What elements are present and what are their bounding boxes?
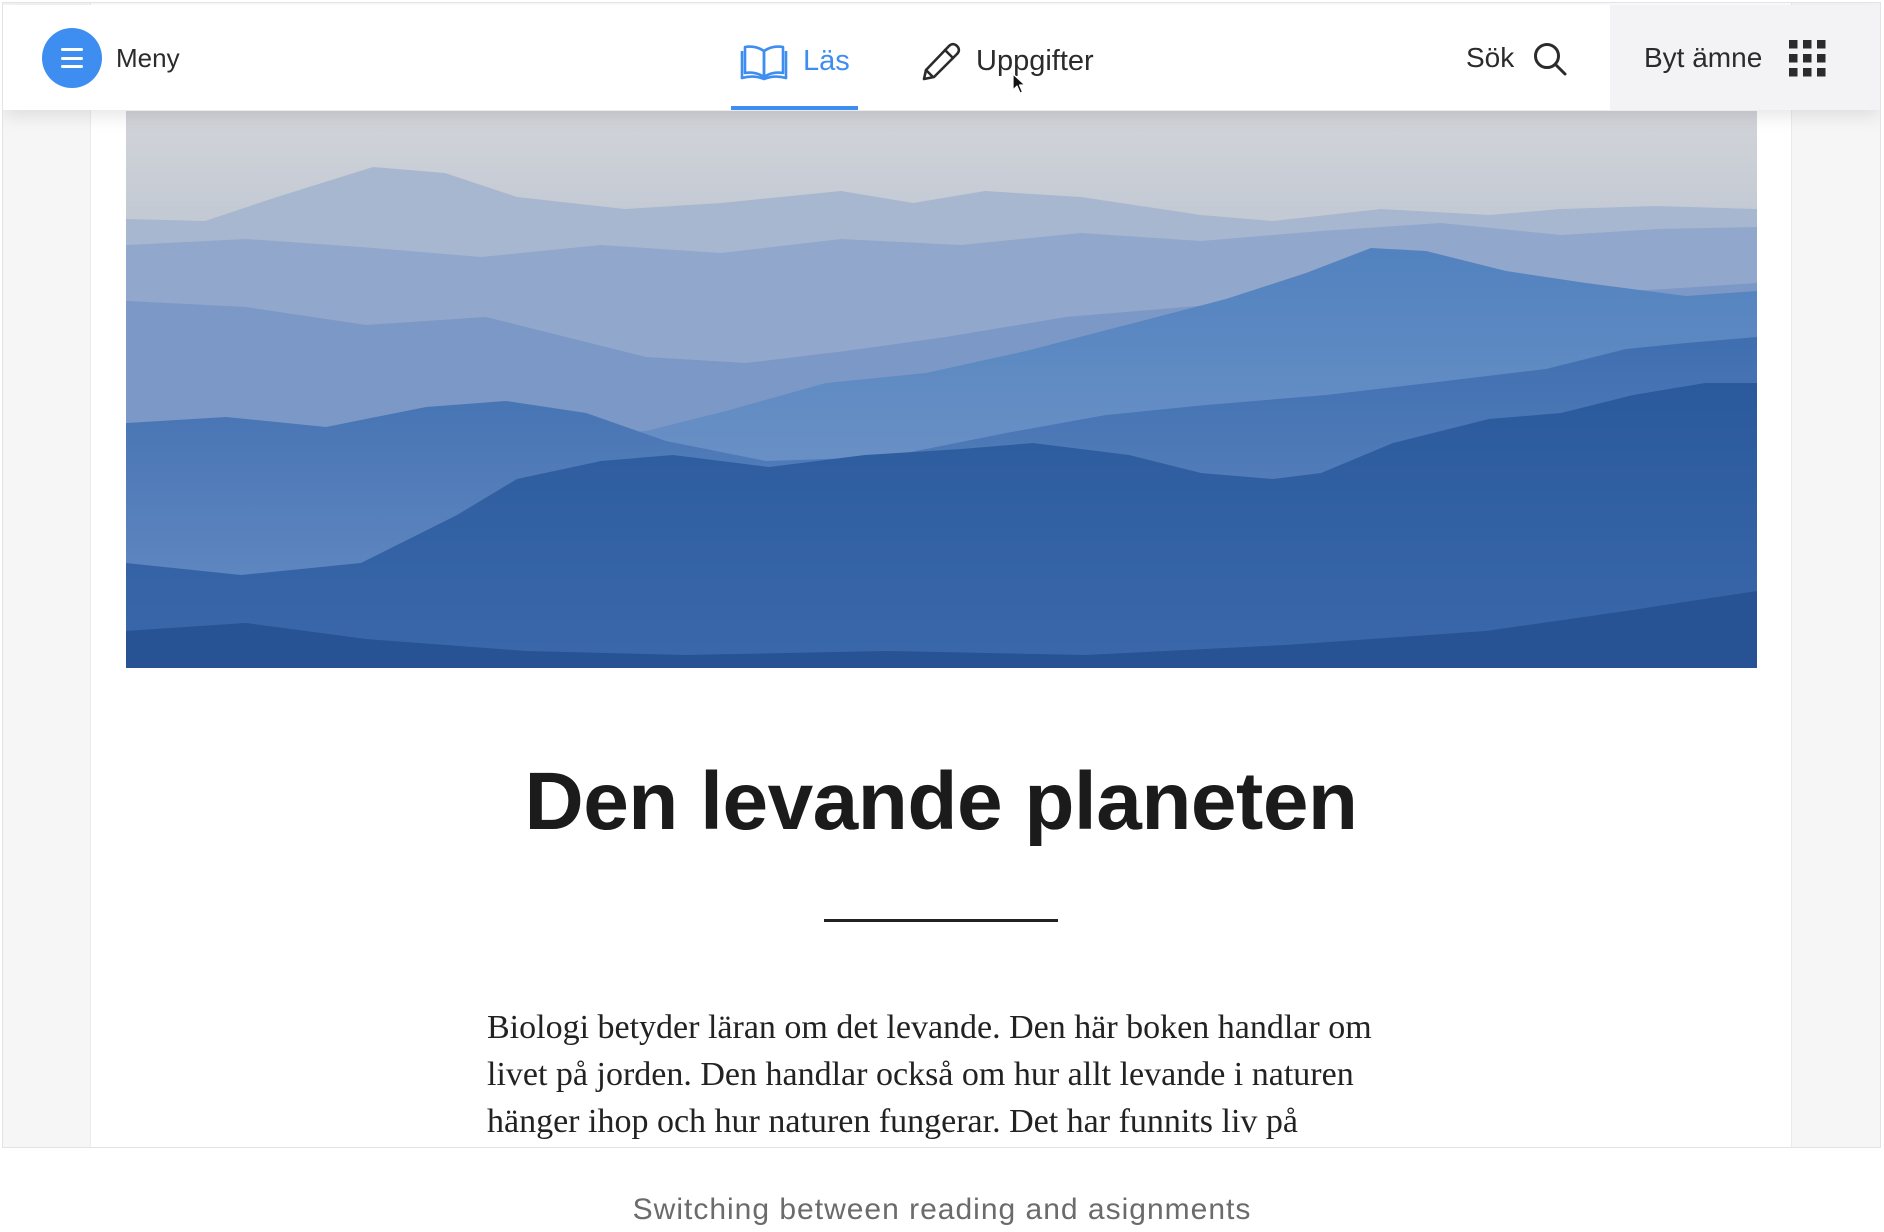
hero-image <box>126 111 1757 668</box>
tab-read[interactable]: Läs <box>731 5 861 110</box>
article-body: Biologi betyder läran om det levande. De… <box>487 1004 1372 1145</box>
article-card: Den levande planeten Biologi betyder lär… <box>90 3 1792 1147</box>
screenshot-caption: Switching between reading and asignments <box>632 1193 1252 1226</box>
menu-button[interactable]: Meny <box>42 5 192 110</box>
book-open-icon <box>740 42 788 82</box>
pencil-icon <box>919 40 961 83</box>
article-title: Den levande planeten <box>524 756 1358 847</box>
menu-label: Meny <box>116 43 180 73</box>
title-divider <box>824 919 1058 922</box>
switch-subject-button[interactable]: Byt ämne <box>1610 5 1880 110</box>
body-line: livet på jorden. Den handlar också om hu… <box>487 1056 1354 1093</box>
tab-tasks[interactable]: Uppgifter <box>908 5 1113 110</box>
hamburger-icon <box>42 28 102 88</box>
search-label: Sök <box>1466 42 1515 73</box>
top-navigation-bar: Meny Läs Uppgifter Sök Byt ämne <box>3 5 1880 110</box>
body-line: Biologi betyder läran om det levande. De… <box>487 1009 1372 1046</box>
app-screenshot-frame: Den levande planeten Biologi betyder lär… <box>2 2 1881 1148</box>
body-line: hänger ihop och hur naturen fungerar. De… <box>487 1103 1299 1140</box>
search-icon <box>1532 41 1568 77</box>
mouse-cursor <box>1012 73 1026 95</box>
active-tab-indicator <box>731 106 858 110</box>
tab-read-label: Läs <box>803 45 850 77</box>
tab-tasks-label: Uppgifter <box>976 45 1094 77</box>
grid-icon <box>1789 40 1826 77</box>
search-button[interactable]: Sök <box>1453 5 1583 110</box>
switch-subject-label: Byt ämne <box>1644 42 1763 73</box>
